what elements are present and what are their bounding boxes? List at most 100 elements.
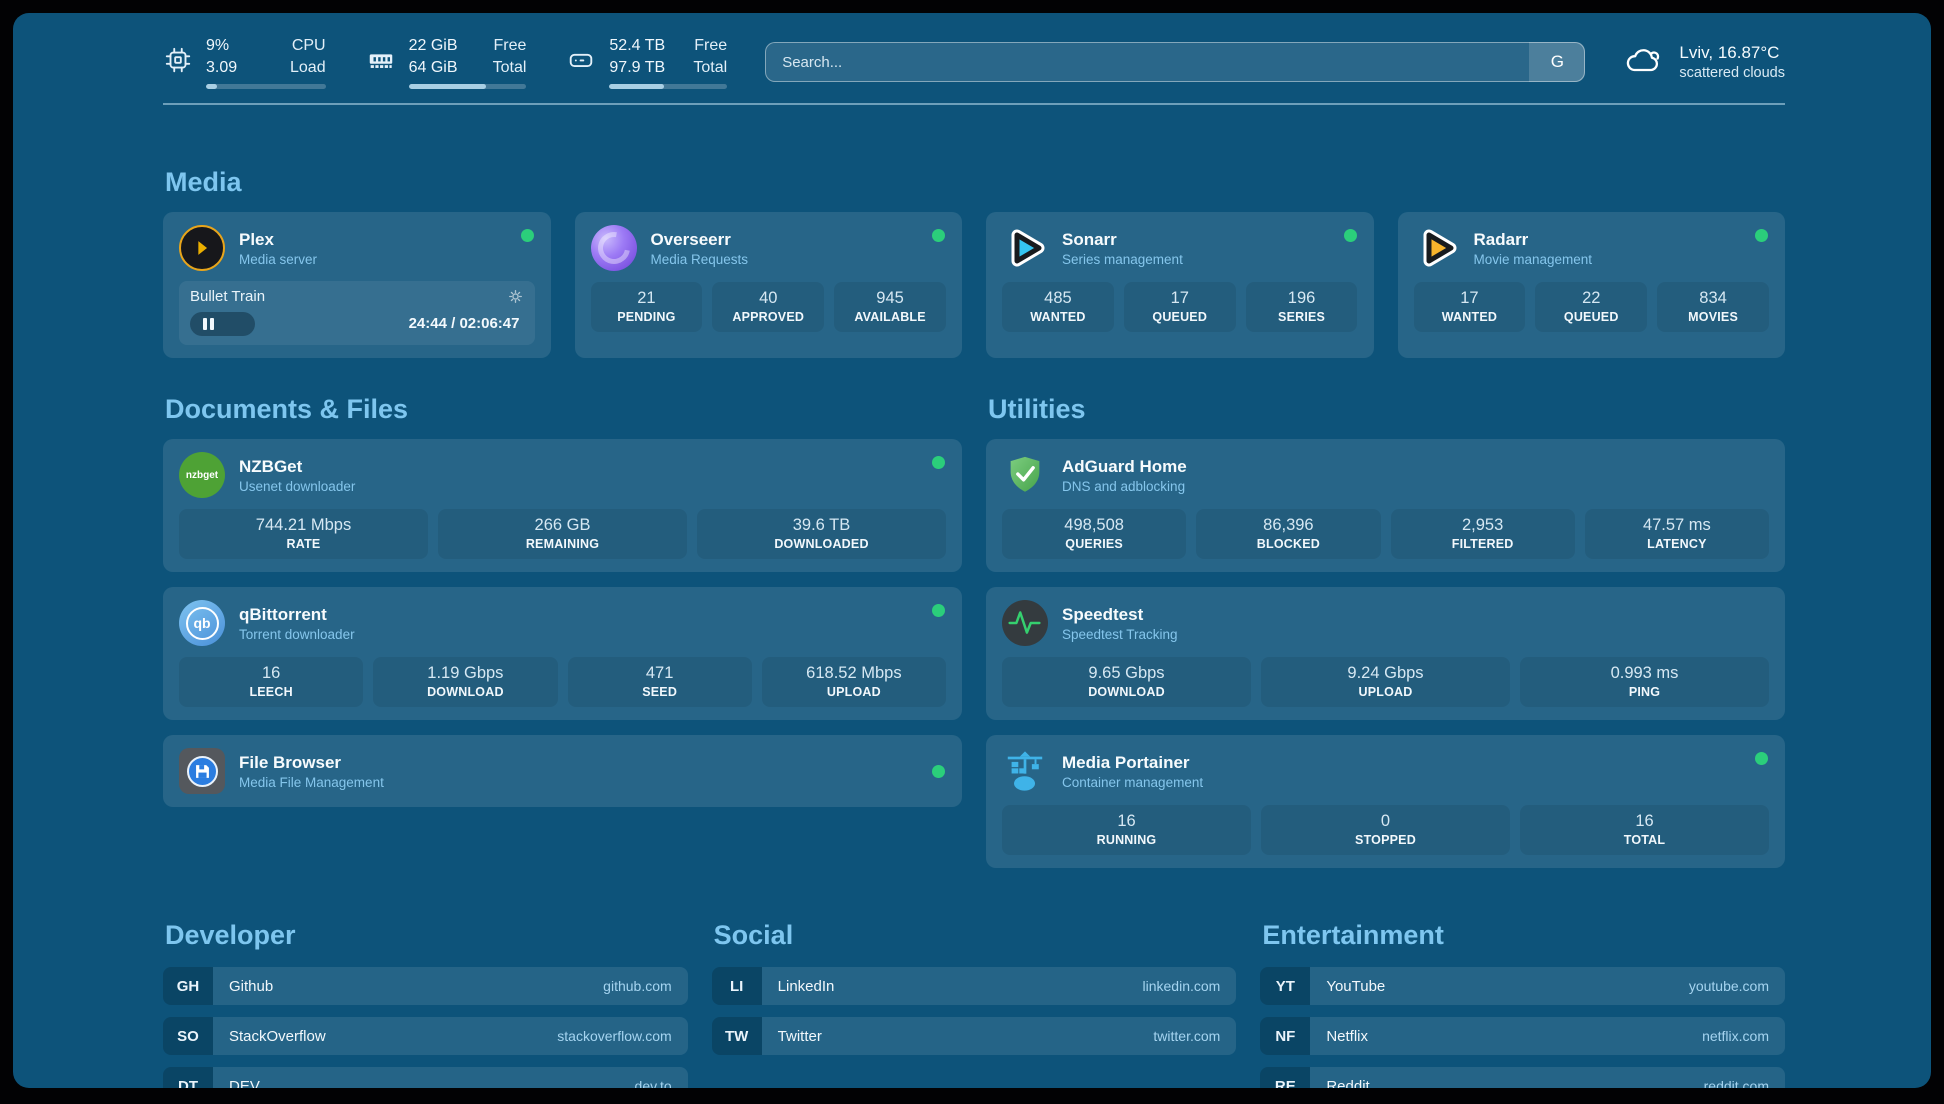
search-input[interactable] [765, 42, 1585, 82]
memory-label-1: Free [493, 35, 527, 56]
bookmark-dev[interactable]: DT DEV dev.to [163, 1067, 688, 1088]
settings-gear-icon[interactable] [507, 288, 524, 305]
bookmark-reddit[interactable]: RE Reddit reddit.com [1260, 1067, 1785, 1088]
service-name: Media Portainer [1062, 753, 1203, 773]
memory-bar [409, 84, 527, 89]
overseerr-icon [591, 225, 637, 271]
stat-label: QUEUED [1541, 310, 1641, 324]
stat-label: QUERIES [1008, 537, 1180, 551]
service-name: File Browser [239, 753, 384, 773]
stat-blocked: 86,396 BLOCKED [1196, 509, 1380, 559]
cpu-load-value: 3.09 [206, 57, 264, 78]
playback-time: 24:44 / 02:06:47 [409, 315, 520, 332]
stat-total: 16 TOTAL [1520, 805, 1769, 855]
stat-label: APPROVED [718, 310, 818, 324]
service-card-nzbget[interactable]: nzbget NZBGet Usenet downloader 744.21 M… [163, 439, 962, 572]
stat-upload: 9.24 Gbps UPLOAD [1261, 657, 1510, 707]
stat-ping: 0.993 ms PING [1520, 657, 1769, 707]
bookmark-linkedin[interactable]: LI LinkedIn linkedin.com [712, 967, 1237, 1005]
status-dot [932, 604, 945, 617]
service-card-speedtest[interactable]: Speedtest Speedtest Tracking 9.65 Gbps D… [986, 587, 1785, 720]
bookmark-domain: netflix.com [1702, 1028, 1769, 1044]
stat-value: 744.21 Mbps [185, 516, 422, 535]
stat-label: RUNNING [1008, 833, 1245, 847]
radarr-icon [1414, 225, 1460, 271]
stat-value: 0.993 ms [1526, 664, 1763, 683]
stat-upload: 618.52 Mbps UPLOAD [762, 657, 946, 707]
service-name: NZBGet [239, 457, 355, 477]
stat-label: TOTAL [1526, 833, 1763, 847]
bookmark-twitter[interactable]: TW Twitter twitter.com [712, 1017, 1237, 1055]
resource-widgets: 9% CPU 3.09 Load 22 GiB Free 64 G [163, 35, 727, 88]
service-card-sonarr[interactable]: Sonarr Series management 485 WANTED 17 Q… [986, 212, 1374, 358]
bookmark-name: LinkedIn [778, 978, 835, 995]
stat-pending: 21 PENDING [591, 282, 703, 332]
status-dot [1755, 752, 1768, 765]
cpu-bar [206, 84, 326, 89]
stat-approved: 40 APPROVED [712, 282, 824, 332]
stat-value: 618.52 Mbps [768, 664, 940, 683]
status-dot [932, 765, 945, 778]
service-card-overseerr[interactable]: Overseerr Media Requests 21 PENDING 40 A… [575, 212, 963, 358]
stat-value: 16 [1526, 812, 1763, 831]
now-playing-title: Bullet Train [190, 288, 265, 305]
service-card-qbittorrent[interactable]: qb qBittorrent Torrent downloader 16 LEE… [163, 587, 962, 720]
stat-value: 498,508 [1008, 516, 1180, 535]
bookmark-abbr: RE [1260, 1067, 1310, 1088]
cpu-usage: 9% [206, 35, 264, 56]
resource-widget-cpu: 9% CPU 3.09 Load [163, 35, 326, 88]
stat-value: 9.24 Gbps [1267, 664, 1504, 683]
service-card-filebrowser[interactable]: File Browser Media File Management [163, 735, 962, 807]
cpu-icon [163, 45, 193, 80]
cpu-label-1: CPU [290, 35, 326, 56]
service-card-plex[interactable]: Plex Media server Bullet Train 24:44 / 0… [163, 212, 551, 358]
stat-latency: 47.57 ms LATENCY [1585, 509, 1769, 559]
qbittorrent-icon: qb [179, 600, 225, 646]
service-name: Sonarr [1062, 230, 1183, 250]
stat-label: QUEUED [1130, 310, 1230, 324]
now-playing-widget: Bullet Train 24:44 / 02:06:47 [179, 281, 535, 345]
bookmark-domain: youtube.com [1689, 978, 1769, 994]
stat-label: WANTED [1008, 310, 1108, 324]
stat-value: 16 [185, 664, 357, 683]
bookmark-stackoverflow[interactable]: SO StackOverflow stackoverflow.com [163, 1017, 688, 1055]
service-name: qBittorrent [239, 605, 355, 625]
bookmark-netflix[interactable]: NF Netflix netflix.com [1260, 1017, 1785, 1055]
pause-icon[interactable] [203, 318, 214, 330]
bookmark-github[interactable]: GH Github github.com [163, 967, 688, 1005]
adguard-icon [1002, 452, 1048, 498]
plex-icon [179, 225, 225, 271]
service-card-adguard[interactable]: AdGuard Home DNS and adblocking 498,508 … [986, 439, 1785, 572]
media-grid: Plex Media server Bullet Train 24:44 / 0… [163, 212, 1785, 358]
bookmark-youtube[interactable]: YT YouTube youtube.com [1260, 967, 1785, 1005]
section-title-utilities: Utilities [988, 394, 1785, 425]
stat-label: BLOCKED [1202, 537, 1374, 551]
stat-label: DOWNLOAD [379, 685, 551, 699]
stat-download: 1.19 Gbps DOWNLOAD [373, 657, 557, 707]
stat-value: 22 [1541, 289, 1641, 308]
stat-stopped: 0 STOPPED [1261, 805, 1510, 855]
stat-value: 1.19 Gbps [379, 664, 551, 683]
bookmark-abbr: YT [1260, 967, 1310, 1005]
stat-value: 834 [1663, 289, 1763, 308]
sonarr-icon [1002, 225, 1048, 271]
status-dot [521, 229, 534, 242]
stat-label: PING [1526, 685, 1763, 699]
memory-label-2: Total [493, 57, 527, 78]
service-name: Radarr [1474, 230, 1593, 250]
stat-label: LATENCY [1591, 537, 1763, 551]
service-card-radarr[interactable]: Radarr Movie management 17 WANTED 22 QUE… [1398, 212, 1786, 358]
stat-filtered: 2,953 FILTERED [1391, 509, 1575, 559]
stat-value: 471 [574, 664, 746, 683]
search-provider-button[interactable]: G [1529, 42, 1585, 82]
stat-value: 0 [1267, 812, 1504, 831]
bookmark-abbr: GH [163, 967, 213, 1005]
service-desc: Movie management [1474, 252, 1593, 267]
stat-available: 945 AVAILABLE [834, 282, 946, 332]
bookmark-domain: dev.to [635, 1078, 672, 1088]
stat-value: 21 [597, 289, 697, 308]
weather-condition: scattered clouds [1679, 65, 1785, 81]
playback-progress-pill[interactable] [190, 312, 255, 336]
service-card-portainer[interactable]: Media Portainer Container management 16 … [986, 735, 1785, 868]
service-desc: Series management [1062, 252, 1183, 267]
